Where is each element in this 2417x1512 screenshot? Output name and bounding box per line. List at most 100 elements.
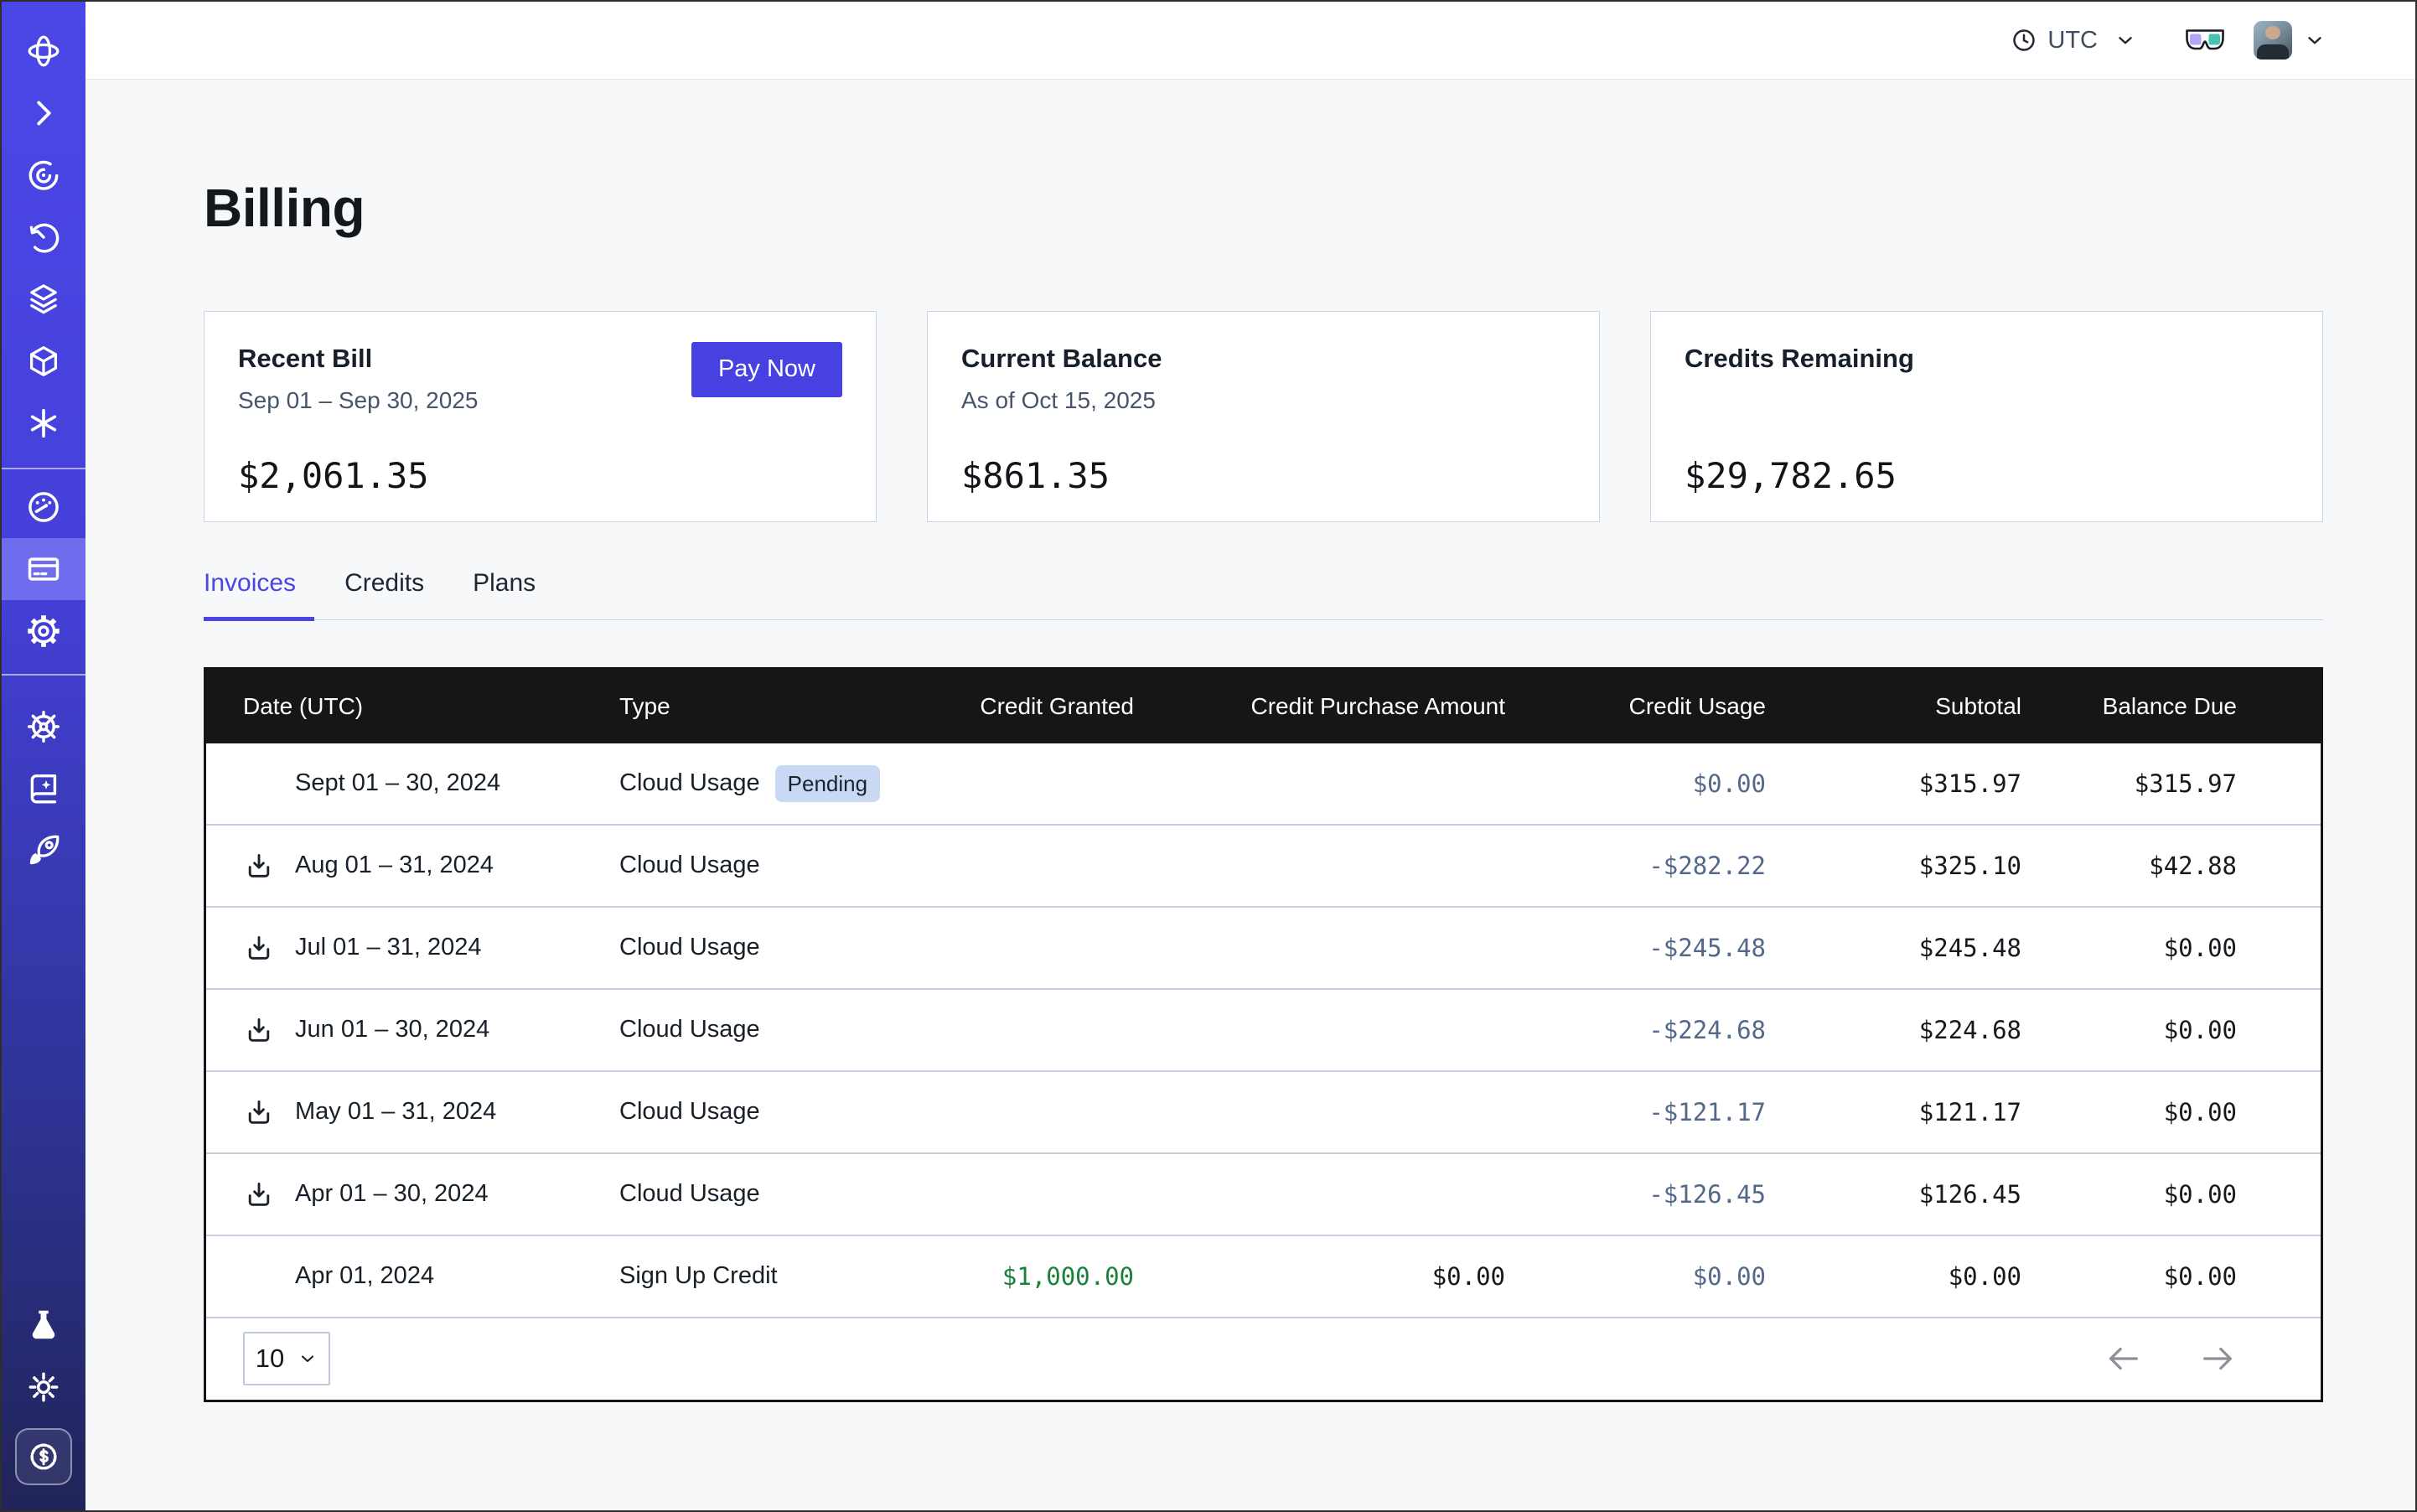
invoice-table-body: Sept 01 – 30, 2024 Cloud Usage Pending $… [206, 743, 2321, 1317]
pagination-controls [2104, 1339, 2237, 1378]
subtotal-value: $315.97 [1766, 769, 2021, 798]
date-cell: May 01 – 31, 2024 [243, 1096, 619, 1128]
column-header-credit-granted: Credit Granted [899, 693, 1134, 720]
iris-icon [24, 156, 63, 194]
rocket-icon [24, 831, 63, 870]
download-icon [244, 851, 274, 881]
pill-container [15, 1428, 72, 1485]
credit-granted-value: $1,000.00 [899, 1262, 1134, 1291]
subtotal-value: $0.00 [1766, 1262, 2021, 1291]
download-invoice-button[interactable] [243, 850, 275, 882]
previous-page-button[interactable] [2104, 1339, 2143, 1378]
sidebar-item-iris[interactable] [2, 144, 85, 206]
date-cell: Sept 01 – 30, 2024 [243, 768, 619, 800]
summary-cards: Recent Bill Sep 01 – Sep 30, 2025 Pay No… [204, 311, 2323, 522]
type-cell: Cloud Usage [619, 1180, 899, 1208]
avatar[interactable] [2254, 21, 2292, 60]
card-amount: $2,061.35 [238, 455, 842, 496]
credit-usage-value: -$245.48 [1505, 934, 1766, 962]
invoice-date: May 01 – 31, 2024 [295, 1098, 496, 1126]
invoice-date: Jul 01 – 31, 2024 [295, 934, 482, 961]
download-invoice-button[interactable] [243, 1014, 275, 1046]
page-size-select[interactable]: 10 [243, 1332, 330, 1385]
chevron-down-icon[interactable] [2304, 29, 2326, 51]
invoices-table: Date (UTC) Type Credit Granted Credit Pu… [204, 667, 2323, 1402]
column-header-credit-purchase-amount: Credit Purchase Amount [1134, 693, 1505, 720]
date-cell: Apr 01 – 30, 2024 [243, 1178, 619, 1210]
download-invoice-button[interactable] [243, 932, 275, 964]
credit-card-icon [24, 550, 63, 588]
sidebar-item-retry-clock[interactable] [2, 206, 85, 268]
type-cell: Cloud Usage [619, 852, 899, 879]
chevron-down-icon [2114, 29, 2136, 51]
card-subtitle [1685, 387, 2289, 416]
subtotal-value: $121.17 [1766, 1098, 2021, 1126]
column-header-type: Type [619, 693, 899, 720]
table-row: Apr 01 – 30, 2024 Cloud Usage -$126.45 $… [206, 1152, 2321, 1235]
sidebar-item-rocket[interactable] [2, 820, 85, 882]
download-invoice-button[interactable] [243, 1096, 275, 1128]
topbar: UTC [85, 2, 2415, 80]
page-title: Billing [204, 179, 2415, 239]
table-row: Apr 01, 2024 Sign Up Credit $1,000.00 $0… [206, 1235, 2321, 1317]
orbit-logo-icon [24, 32, 63, 70]
sidebar-divider [2, 468, 85, 469]
sidebar-item-orbit-logo[interactable] [2, 20, 85, 82]
next-page-button[interactable] [2198, 1339, 2237, 1378]
sidebar-item-asterisk[interactable] [2, 392, 85, 454]
page-size-value: 10 [256, 1344, 284, 1374]
card-title: Credits Remaining [1685, 344, 2289, 374]
sidebar-item-dollar-badge[interactable] [2, 1418, 85, 1495]
sidebar-item-gear[interactable] [2, 600, 85, 662]
balance-due-value: $0.00 [2021, 934, 2237, 962]
timezone-selector[interactable]: UTC [2011, 27, 2136, 54]
card-title: Current Balance [961, 344, 1566, 374]
3d-glasses-button[interactable] [2185, 27, 2225, 54]
chevron-down-icon [298, 1349, 318, 1369]
sidebar-item-sun[interactable] [2, 1356, 85, 1418]
credit-usage-value: -$126.45 [1505, 1180, 1766, 1209]
cube-icon [24, 342, 63, 381]
subtotal-value: $245.48 [1766, 934, 2021, 962]
type-cell: Sign Up Credit [619, 1262, 899, 1290]
billing-tabs: Invoices Credits Plans [204, 569, 2323, 620]
tab-credits[interactable]: Credits [344, 569, 424, 619]
chevron-right-icon [24, 94, 63, 132]
sidebar-item-book-sparkle[interactable] [2, 758, 85, 820]
invoice-date: Apr 01, 2024 [295, 1262, 434, 1290]
date-cell: Jul 01 – 31, 2024 [243, 932, 619, 964]
app-window: UTC Billing Recent Bill Sep 01 – Sep 30,… [0, 0, 2417, 1512]
download-invoice-button[interactable] [243, 1178, 275, 1210]
type-cell: Cloud Usage Pending [619, 765, 899, 802]
pay-now-button[interactable]: Pay Now [691, 342, 842, 397]
column-header-date: Date (UTC) [243, 693, 619, 720]
invoice-type: Cloud Usage [619, 1098, 760, 1126]
sidebar-item-flask[interactable] [2, 1294, 85, 1356]
sidebar-group-bottom [2, 1294, 85, 1510]
column-header-balance-due: Balance Due [2021, 693, 2237, 720]
sidebar-item-credit-card[interactable] [2, 538, 85, 600]
sidebar-item-cube[interactable] [2, 330, 85, 392]
type-cell: Cloud Usage [619, 934, 899, 961]
credits-remaining-card: Credits Remaining $29,782.65 [1650, 311, 2323, 522]
invoice-type: Sign Up Credit [619, 1262, 778, 1290]
credit-purchase-value: $0.00 [1134, 1262, 1505, 1291]
sidebar-item-gauge[interactable] [2, 476, 85, 538]
timezone-label: UTC [2047, 27, 2098, 54]
recent-bill-card: Recent Bill Sep 01 – Sep 30, 2025 Pay No… [204, 311, 877, 522]
column-header-subtotal: Subtotal [1766, 693, 2021, 720]
invoice-type: Cloud Usage [619, 1180, 760, 1208]
sidebar-item-layers[interactable] [2, 268, 85, 330]
tab-plans[interactable]: Plans [473, 569, 536, 619]
type-cell: Cloud Usage [619, 1098, 899, 1126]
retry-clock-icon [24, 218, 63, 256]
date-cell: Aug 01 – 31, 2024 [243, 850, 619, 882]
subtotal-value: $325.10 [1766, 852, 2021, 880]
table-row: Jul 01 – 31, 2024 Cloud Usage -$245.48 $… [206, 906, 2321, 988]
credit-usage-value: -$121.17 [1505, 1098, 1766, 1126]
tab-invoices[interactable]: Invoices [204, 569, 296, 619]
sidebar-item-helm[interactable] [2, 696, 85, 758]
balance-due-value: $42.88 [2021, 852, 2237, 880]
sidebar-item-chevron-right[interactable] [2, 82, 85, 144]
date-cell: Jun 01 – 30, 2024 [243, 1014, 619, 1046]
